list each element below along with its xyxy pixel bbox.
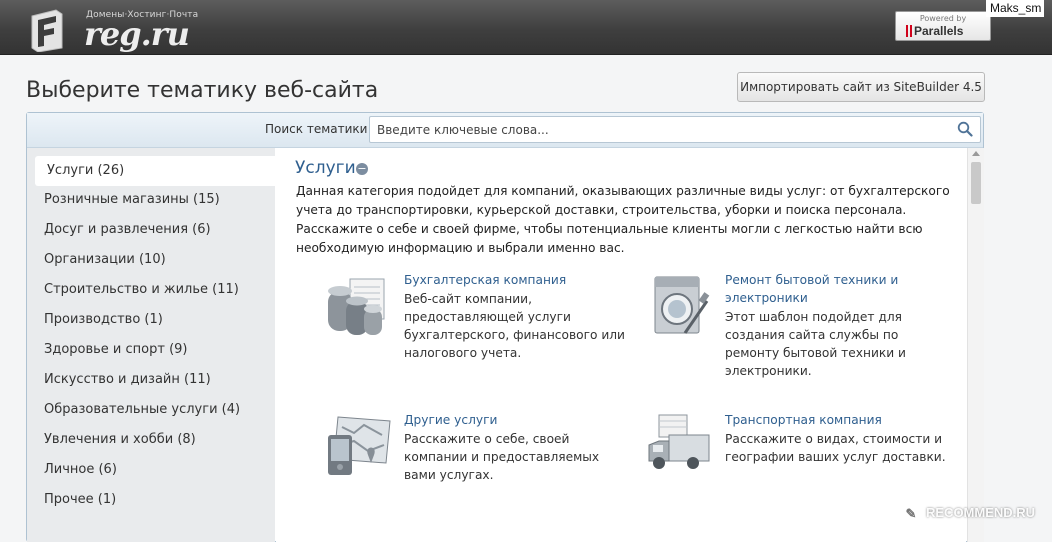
sidebar-item-personal[interactable]: Личное (6) [27,455,275,485]
template-name[interactable]: Бухгалтерская компания [404,271,619,289]
minus-circle-icon[interactable]: − [356,163,368,175]
template-name[interactable]: Другие услуги [404,411,619,429]
search-input[interactable] [369,116,981,143]
search-label: Поиск тематики [265,122,368,136]
parallels-badge[interactable]: Powered by Parallels [895,11,991,41]
template-description: Этот шаблон подойдет для создания сайта … [725,310,906,378]
parallels-bars-icon [906,25,912,37]
template-card[interactable]: Ремонт бытовой техники и электроники Это… [645,271,965,391]
category-sidebar: Услуги (26) Розничные магазины (15) Досу… [27,148,275,542]
recommend-logo-icon: ✎ [900,503,922,524]
scroll-up-arrow-icon[interactable] [972,151,980,156]
washing-machine-icon [654,276,710,334]
reg-ru-logo[interactable]: Домены·Хостинг·Почта reg.ru [26,4,206,52]
template-card[interactable]: Другие услуги Расскажите о себе, своей к… [324,411,644,531]
coins-ledger-icon [328,278,385,335]
search-bar: Поиск тематики [27,113,983,148]
template-name[interactable]: Транспортная компания [725,411,940,429]
logo-emblem-icon [31,9,63,52]
sidebar-item-hobbies[interactable]: Увлечения и хобби (8) [27,425,275,455]
category-content: Услуги − Данная категория подойдет для к… [276,148,966,542]
sidebar-item-art-design[interactable]: Искусство и дизайн (11) [27,365,275,395]
sidebar-item-leisure[interactable]: Досуг и развлечения (6) [27,215,275,245]
sidebar-item-services[interactable]: Услуги (26) [35,156,275,186]
theme-panel: Поиск тематики Услуги (26) Розничные маг… [26,112,984,542]
powered-by-text: Powered by [919,14,967,23]
sidebar-item-retail[interactable]: Розничные магазины (15) [27,185,275,215]
sidebar-item-manufacturing[interactable]: Производство (1) [27,305,275,335]
template-name[interactable]: Ремонт бытовой техники и электроники [725,271,940,307]
import-sitebuilder-button[interactable]: Импортировать сайт из SiteBuilder 4.5 [737,72,985,102]
section-title: Услуги [295,158,356,178]
search-icon[interactable] [957,121,973,137]
logo-wordmark: reg.ru [84,15,190,53]
template-card[interactable]: Бухгалтерская компания Веб-сайт компании… [324,271,644,391]
template-description: Расскажите о видах, стоимости и географи… [725,432,946,464]
scroll-thumb[interactable] [971,162,981,204]
map-pda-icon [328,416,391,475]
sidebar-item-other[interactable]: Прочее (1) [27,485,275,515]
sidebar-item-education[interactable]: Образовательные услуги (4) [27,395,275,425]
sidebar-item-health-sport[interactable]: Здоровье и спорт (9) [27,335,275,365]
delivery-truck-icon [648,414,710,469]
page-title: Выберите тематику веб-сайта [26,78,379,103]
template-description: Веб-сайт компании, предоставляющей услуг… [404,292,625,360]
recommend-watermark: ✎ RECOMMEND.RU [900,499,1035,527]
section-description: Данная категория подойдет для компаний, … [296,184,950,255]
username-label: Maks_sm [986,0,1045,17]
sidebar-item-organizations[interactable]: Организации (10) [27,245,275,275]
watermark-text: RECOMMEND.RU [926,505,1036,520]
sidebar-item-construction[interactable]: Строительство и жилье (11) [27,275,275,305]
template-description: Расскажите о себе, своей компании и пред… [404,432,600,482]
parallels-name: Parallels [914,24,964,38]
top-bar: Домены·Хостинг·Почта reg.ru Powered by P… [0,0,1052,55]
content-scrollbar[interactable] [967,148,984,542]
